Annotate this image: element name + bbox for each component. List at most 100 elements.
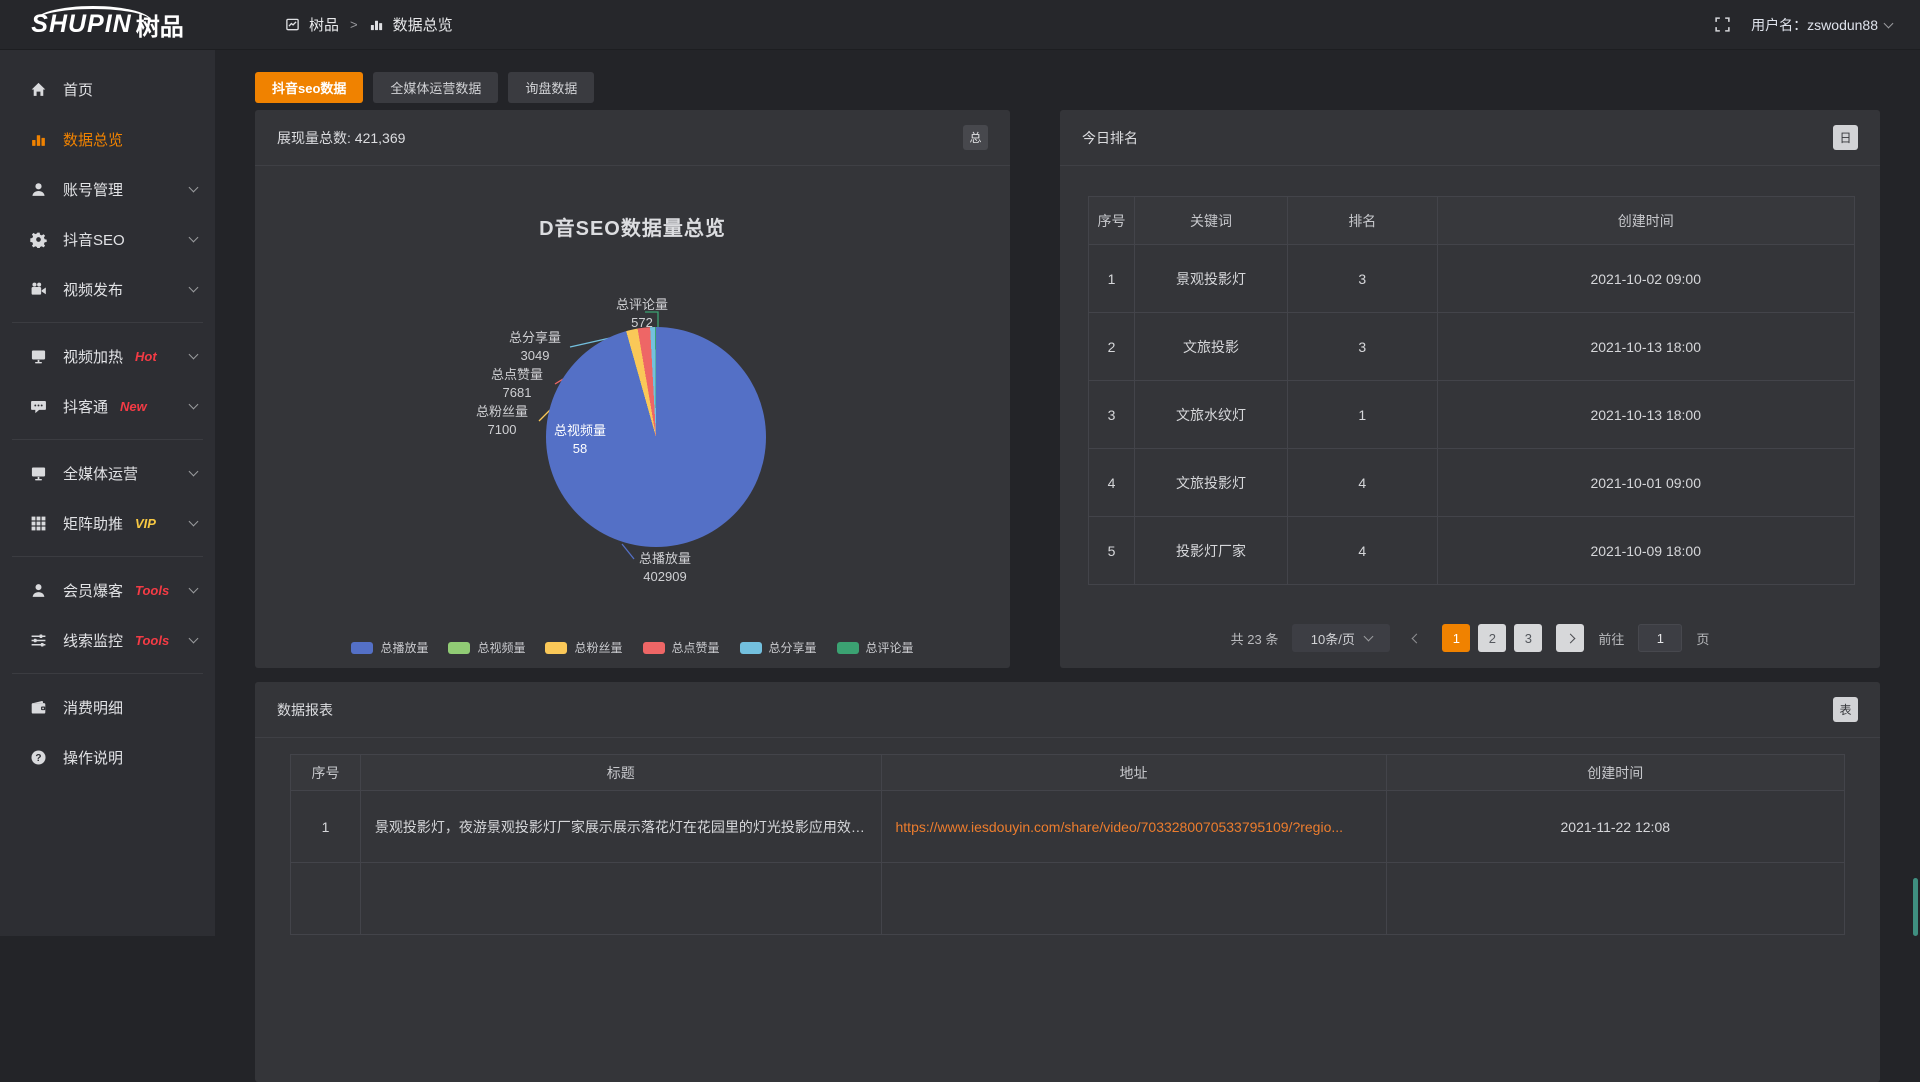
sidebar-item-label: 首页 [63,79,93,100]
legend-item-总分享量[interactable]: 总分享量 [740,639,817,656]
legend-item-总评论量[interactable]: 总评论量 [837,639,914,656]
sidebar-item-label: 抖音SEO [63,229,125,250]
page-button-3[interactable]: 3 [1514,624,1542,652]
page-size-select[interactable]: 10条/页 [1292,624,1390,652]
cell [1386,863,1844,935]
sidebar-item-会员爆客[interactable]: 会员爆客Tools [0,565,215,615]
grid-icon [30,515,47,532]
chart-legend: 总播放量 总视频量 总粉丝量 总点赞量 总分享量 总评论量 [255,639,1010,656]
goto-page-input[interactable] [1638,624,1682,652]
user-menu[interactable]: 用户名：zswodun88 [1751,15,1892,35]
legend-swatch [448,642,470,654]
tab-询盘数据[interactable]: 询盘数据 [508,72,594,103]
sidebar-divider [12,322,203,323]
pie-label-总视频量: 总视频量58 [535,422,625,458]
cell: 4 [1089,449,1135,517]
pagination: 共 23 条 10条/页 123 前往 页 [1060,624,1880,652]
sidebar-item-label: 视频发布 [63,279,123,300]
ranking-panel: 今日排名 日 序号关键词排名创建时间 1景观投影灯32021-10-02 09:… [1060,110,1880,668]
chevron-down-icon [189,183,199,193]
pie-label-总分享量: 总分享量3049 [490,329,580,365]
column-header-序号: 序号 [1089,197,1135,245]
table-row: 5投影灯厂家42021-10-09 18:00 [1089,517,1855,585]
sidebar-item-操作说明[interactable]: ? 操作说明 [0,732,215,782]
sidebar-divider [12,439,203,440]
sidebar-item-label: 全媒体运营 [63,463,138,484]
line-chart-icon [285,17,300,32]
day-view-button[interactable]: 日 [1833,125,1858,150]
sidebar-item-视频发布[interactable]: 视频发布 [0,264,215,314]
username-label: 用户名：zswodun88 [1751,15,1878,35]
sidebar-item-抖音SEO[interactable]: 抖音SEO [0,214,215,264]
report-panel-title: 数据报表 [277,700,333,720]
table-row: 4文旅投影灯42021-10-01 09:00 [1089,449,1855,517]
next-page-button[interactable] [1556,624,1584,652]
sidebar-item-全媒体运营[interactable]: 全媒体运营 [0,448,215,498]
table-row: 3文旅水纹灯12021-10-13 18:00 [1089,381,1855,449]
cell [291,863,361,935]
cell: 2021-10-09 18:00 [1437,517,1855,585]
question-icon: ? [30,749,47,766]
sidebar-item-矩阵助推[interactable]: 矩阵助推VIP [0,498,215,548]
report-panel-header: 数据报表 表 [255,682,1880,738]
sidebar-item-首页[interactable]: 首页 [0,64,215,114]
chevron-down-icon [189,400,199,410]
column-header-标题: 标题 [360,755,881,791]
legend-item-总视频量[interactable]: 总视频量 [448,639,525,656]
sidebar-item-抖客通[interactable]: 抖客通New [0,381,215,431]
ranking-panel-title: 今日排名 [1082,128,1138,148]
cell: 4 [1288,449,1437,517]
chevron-down-icon [189,517,199,527]
sidebar-badge-Tools: Tools [135,633,169,648]
column-header-创建时间: 创建时间 [1437,197,1855,245]
table-view-button[interactable]: 表 [1833,697,1858,722]
ranking-panel-header: 今日排名 日 [1060,110,1880,166]
sidebar-item-消费明细[interactable]: 消费明细 [0,682,215,732]
legend-label: 总播放量 [380,639,428,656]
chevron-down-icon [189,350,199,360]
pagination-total: 共 23 条 [1231,629,1279,648]
page-button-1[interactable]: 1 [1442,624,1470,652]
monitor-icon [30,348,47,365]
legend-label: 总点赞量 [672,639,720,656]
link-cell[interactable]: https://www.iesdouyin.com/share/video/70… [881,791,1386,863]
breadcrumb: 树品 > 数据总览 [285,14,453,35]
pie-label-总播放量: 总播放量402909 [620,550,710,586]
total-view-button[interactable]: 总 [963,125,988,150]
page-button-2[interactable]: 2 [1478,624,1506,652]
sidebar-item-label: 抖客通 [63,396,108,417]
sidebar-item-线索监控[interactable]: 线索监控Tools [0,615,215,665]
svg-text:?: ? [35,752,41,763]
chevron-down-icon [1884,18,1894,28]
ranking-table-wrap: 序号关键词排名创建时间 1景观投影灯32021-10-02 09:002文旅投影… [1088,196,1855,585]
legend-item-总点赞量[interactable]: 总点赞量 [643,639,720,656]
cell: 文旅投影 [1134,313,1287,381]
sidebar-item-视频加热[interactable]: 视频加热Hot [0,331,215,381]
monitor-icon [30,465,47,482]
legend-swatch [740,642,762,654]
goto-label: 前往 [1598,629,1624,648]
column-header-地址: 地址 [881,755,1386,791]
cell: 5 [1089,517,1135,585]
tab-抖音seo数据[interactable]: 抖音seo数据 [255,72,363,103]
cell: 2021-11-22 12:08 [1386,791,1844,863]
sidebar-item-label: 账号管理 [63,179,123,200]
bar-chart-icon [369,17,384,32]
sidebar-item-label: 矩阵助推 [63,513,123,534]
sidebar-item-label: 操作说明 [63,747,123,768]
tab-全媒体运营数据[interactable]: 全媒体运营数据 [373,72,498,103]
sidebar-item-数据总览[interactable]: 数据总览 [0,114,215,164]
chevron-down-icon [189,634,199,644]
column-header-关键词: 关键词 [1134,197,1287,245]
prev-page-button[interactable] [1404,624,1428,652]
breadcrumb-current[interactable]: 数据总览 [393,14,453,35]
fullscreen-icon[interactable] [1714,16,1731,33]
legend-swatch [837,642,859,654]
breadcrumb-root[interactable]: 树品 [309,14,339,35]
cell: 3 [1288,245,1437,313]
video-camera-icon [30,281,47,298]
legend-item-总粉丝量[interactable]: 总粉丝量 [545,639,622,656]
legend-item-总播放量[interactable]: 总播放量 [351,639,428,656]
sidebar-item-账号管理[interactable]: 账号管理 [0,164,215,214]
scrollbar-thumb[interactable] [1913,878,1918,936]
